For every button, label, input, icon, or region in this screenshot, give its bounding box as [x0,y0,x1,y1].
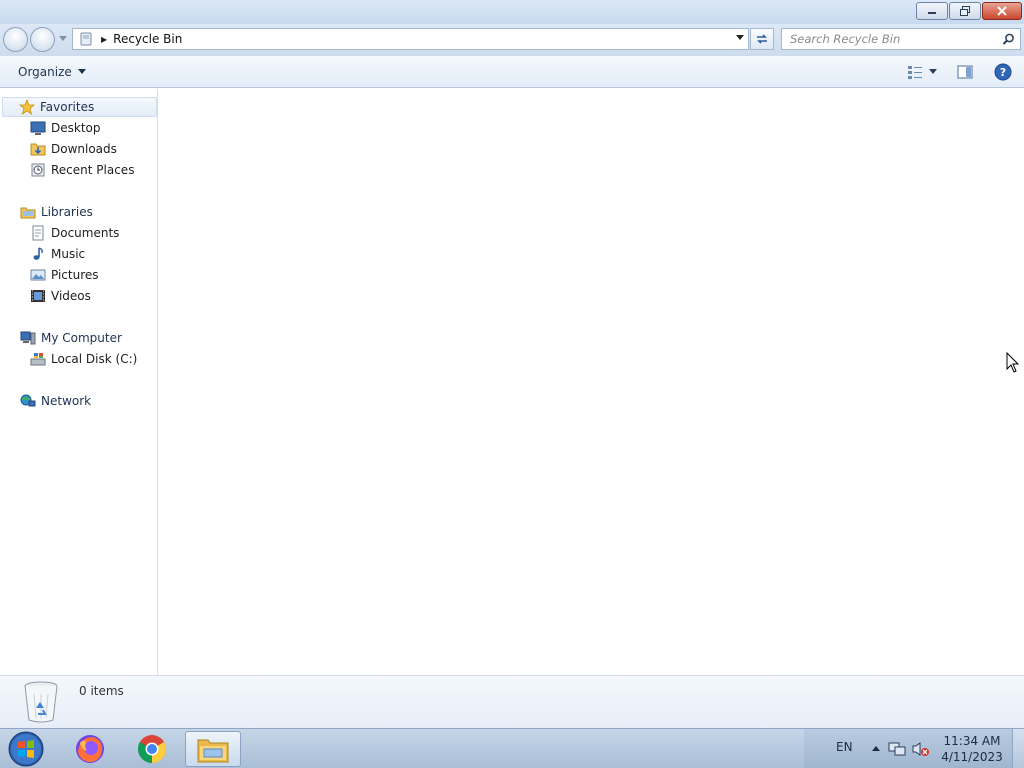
nav-item-label: Recent Places [51,163,135,177]
taskbar-firefox[interactable] [62,731,118,767]
nav-network[interactable]: Network [20,391,91,411]
nav-my-computer[interactable]: My Computer [20,328,122,348]
nav-favorites[interactable]: Favorites [2,97,157,117]
language-indicator[interactable]: EN [836,740,853,754]
show-hidden-icons-icon[interactable] [872,745,880,751]
taskbar: EN 11:34 AM 4/11/2023 [0,728,1024,768]
organize-label: Organize [18,65,72,79]
nav-item-label: Documents [51,226,120,240]
recent-pages-dropdown-icon[interactable] [59,36,67,42]
nav-favorites-label: Favorites [40,100,95,114]
nav-item-label: Music [51,247,86,261]
music-icon [33,247,43,260]
nav-item-label: Videos [51,289,91,303]
local-disk-icon [30,353,46,366]
nav-item-local-disk[interactable]: Local Disk (C:) [30,349,137,369]
details-pane: 0 items [0,675,1024,728]
nav-item-desktop[interactable]: Desktop [30,118,101,138]
windows-explorer-icon [197,739,229,763]
search-input[interactable] [782,32,992,46]
videos-icon [31,290,45,302]
back-button[interactable] [3,27,28,52]
libraries-icon [20,207,36,219]
network-status-icon[interactable] [888,741,906,757]
star-icon [19,99,35,115]
address-bar[interactable]: ▶ Recycle Bin [72,28,749,50]
window-controls [916,2,1022,20]
views-dropdown-icon [929,69,937,74]
nav-item-music[interactable]: Music [30,244,85,264]
minimize-icon [928,12,936,14]
network-icon [20,394,36,407]
minimize-button[interactable] [916,2,948,20]
nav-item-label: Desktop [51,121,101,135]
nav-item-recent-places[interactable]: Recent Places [30,160,134,180]
chevron-down-icon [77,69,86,74]
volume-muted-icon[interactable] [912,741,930,757]
start-button[interactable] [6,730,46,768]
notification-area: EN 11:34 AM 4/11/2023 [804,729,1024,768]
breadcrumb-arrow-icon[interactable]: ▶ [101,35,107,44]
computer-icon [20,331,36,345]
windows-logo-icon [8,731,44,767]
clock[interactable]: 11:34 AM 4/11/2023 [936,733,1008,765]
documents-icon [32,225,44,241]
recent-places-icon [31,163,45,177]
breadcrumb-recycle-bin[interactable]: Recycle Bin [113,32,182,46]
forward-button[interactable] [30,27,55,52]
change-view-button[interactable] [902,60,942,84]
address-dropdown-icon[interactable] [735,34,745,42]
nav-my-computer-label: My Computer [41,331,122,345]
nav-item-pictures[interactable]: Pictures [30,265,99,285]
restore-icon [960,6,970,16]
help-button[interactable]: ? [990,60,1016,84]
organize-button[interactable]: Organize [10,61,94,83]
svg-text:?: ? [1000,66,1006,79]
command-bar: Organize ? [0,56,1024,88]
toolbar-right-group: ? [902,60,1024,84]
firefox-icon [76,735,104,763]
clock-date: 4/11/2023 [941,750,1003,764]
desktop-icon [30,121,46,135]
clock-time: 11:34 AM [943,734,1001,748]
nav-item-label: Downloads [51,142,117,156]
search-box[interactable] [781,28,1021,50]
help-icon: ? [994,63,1012,81]
chrome-icon [138,735,166,763]
search-icon[interactable] [1002,33,1015,46]
nav-item-videos[interactable]: Videos [30,286,91,306]
views-icon [908,66,922,79]
refresh-icon [757,34,767,44]
show-desktop-button[interactable] [1012,729,1024,768]
title-bar[interactable] [0,0,1024,24]
refresh-button[interactable] [750,28,774,50]
nav-libraries-label: Libraries [41,205,93,219]
recycle-bin-icon [24,681,58,723]
taskbar-chrome[interactable] [124,731,180,767]
nav-network-label: Network [41,394,92,408]
restore-button[interactable] [949,2,981,20]
item-count: 0 items [79,684,124,698]
nav-item-label: Local Disk (C:) [51,352,138,366]
nav-libraries[interactable]: Libraries [20,202,93,222]
recycle-bin-location-icon [80,32,92,46]
nav-item-documents[interactable]: Documents [30,223,119,243]
mouse-pointer-icon [1006,352,1020,373]
pictures-icon [30,269,46,281]
downloads-icon [30,143,46,156]
nav-item-downloads[interactable]: Downloads [30,139,117,159]
close-button[interactable] [982,2,1022,20]
close-icon [997,6,1007,16]
taskbar-windows-explorer[interactable] [185,731,241,767]
address-row: ▶ Recycle Bin [0,24,1024,56]
nav-item-label: Pictures [51,268,99,282]
navigation-pane: Favorites Desktop Downloads Recent Place… [0,89,158,675]
preview-pane-icon [957,65,973,79]
preview-pane-button[interactable] [952,60,978,84]
file-list-area[interactable] [159,89,1024,675]
